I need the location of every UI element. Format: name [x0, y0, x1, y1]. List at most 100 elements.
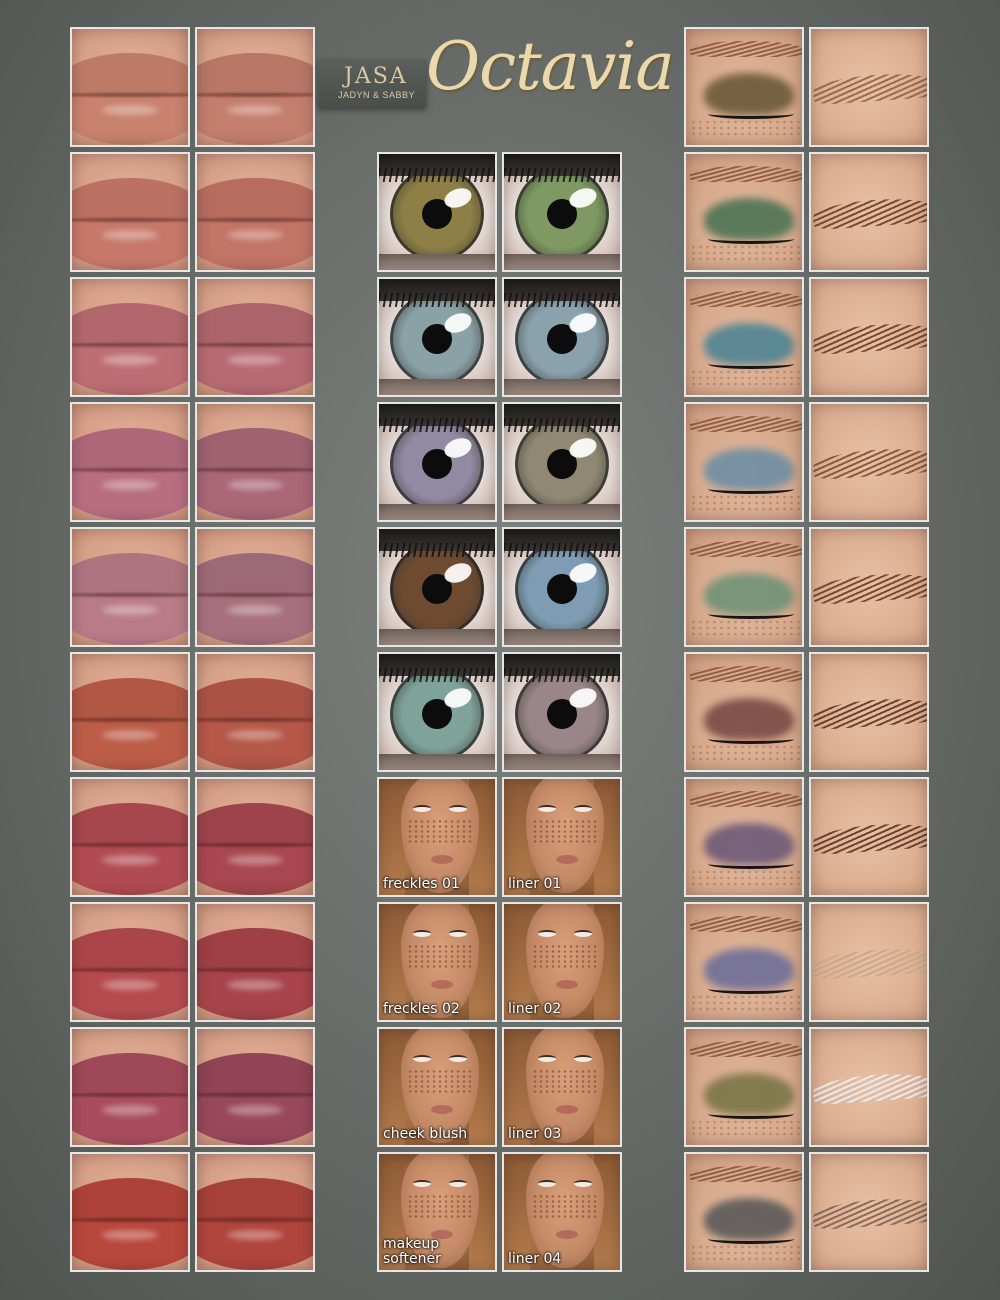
brow-swatch-2[interactable]: [809, 152, 929, 272]
lip-swatch-8-2[interactable]: [195, 902, 315, 1022]
lip-highlight: [102, 855, 158, 865]
eyeshadow-freckles: [690, 869, 800, 889]
lip-seam: [197, 93, 313, 97]
iris-swatch-4-2[interactable]: [502, 527, 622, 647]
eyeshadow-freckles: [690, 1244, 800, 1264]
eyeshadow-swatch-6[interactable]: [684, 652, 804, 772]
iris-swatch-5-1[interactable]: [377, 652, 497, 772]
face-mouth: [556, 1230, 578, 1239]
lip-swatch-1-1[interactable]: [70, 27, 190, 147]
lip-swatch-10-2[interactable]: [195, 1152, 315, 1272]
brow-swatch-10[interactable]: [809, 1152, 929, 1272]
eye-lower-lid: [504, 629, 620, 645]
face-preview-freckles-01[interactable]: freckles 01: [377, 777, 497, 897]
lip-upper: [197, 428, 313, 472]
eye-lashes: [504, 418, 620, 432]
lip-seam: [72, 1218, 188, 1222]
brow-swatch-9[interactable]: [809, 1027, 929, 1147]
lip-swatch-9-2[interactable]: [195, 1027, 315, 1147]
lip-upper: [197, 803, 313, 847]
eyeshadow-swatch-3[interactable]: [684, 277, 804, 397]
lip-lower: [72, 345, 188, 395]
eyeshadow-lashline: [708, 859, 794, 869]
face-eye-right: [574, 1055, 592, 1062]
face-preview-makeup-softener[interactable]: makeup softener: [377, 1152, 497, 1272]
iris-swatch-3-2[interactable]: [502, 402, 622, 522]
eye-lashes: [379, 543, 495, 557]
lip-highlight: [102, 105, 158, 115]
lip-swatch-2-1[interactable]: [70, 152, 190, 272]
iris-swatch-2-1[interactable]: [377, 277, 497, 397]
lip-swatch-2-2[interactable]: [195, 152, 315, 272]
eyeshadow-swatch-7[interactable]: [684, 777, 804, 897]
iris-swatch-1-1[interactable]: [377, 152, 497, 272]
lip-seam: [72, 343, 188, 347]
lip-swatch-6-1[interactable]: [70, 652, 190, 772]
iris-swatch-2-2[interactable]: [502, 277, 622, 397]
face-preview-cheek-blush[interactable]: cheek blush: [377, 1027, 497, 1147]
eyeshadow-swatch-9[interactable]: [684, 1027, 804, 1147]
eyeshadow-swatch-4[interactable]: [684, 402, 804, 522]
iris-swatch-4-1[interactable]: [377, 527, 497, 647]
eye-lashes: [504, 168, 620, 182]
face-preview-freckles-02[interactable]: freckles 02: [377, 902, 497, 1022]
eyeshadow-lashline: [708, 1234, 794, 1244]
eyeshadow-lashline: [708, 609, 794, 619]
face-eye-left: [538, 805, 556, 812]
iris-swatch-5-2[interactable]: [502, 652, 622, 772]
eyeshadow-swatch-2[interactable]: [684, 152, 804, 272]
lip-upper: [197, 928, 313, 972]
eyeshadow-freckles: [690, 619, 800, 639]
eye-lower-lid: [379, 254, 495, 270]
eyeshadow-swatch-1[interactable]: [684, 27, 804, 147]
brow-swatch-4[interactable]: [809, 402, 929, 522]
face-preview-liner-03[interactable]: liner 03: [502, 1027, 622, 1147]
lip-swatch-5-1[interactable]: [70, 527, 190, 647]
lip-swatch-4-2[interactable]: [195, 402, 315, 522]
brow-swatch-5[interactable]: [809, 527, 929, 647]
lip-swatch-10-1[interactable]: [70, 1152, 190, 1272]
lip-swatch-8-1[interactable]: [70, 902, 190, 1022]
face-eye-right: [449, 805, 467, 812]
lip-swatch-1-2[interactable]: [195, 27, 315, 147]
brow-swatch-3[interactable]: [809, 277, 929, 397]
face-preview-liner-04[interactable]: liner 04: [502, 1152, 622, 1272]
brow-swatch-7[interactable]: [809, 777, 929, 897]
face-label: liner 03: [508, 1126, 562, 1142]
eyeshadow-swatch-8[interactable]: [684, 902, 804, 1022]
eye-lower-lid: [379, 629, 495, 645]
brow-swatch-6[interactable]: [809, 652, 929, 772]
face-eye-left: [413, 1180, 431, 1187]
lip-swatch-6-2[interactable]: [195, 652, 315, 772]
lip-swatch-3-2[interactable]: [195, 277, 315, 397]
lip-swatch-5-2[interactable]: [195, 527, 315, 647]
face-eye-right: [574, 1180, 592, 1187]
iris-swatch-3-1[interactable]: [377, 402, 497, 522]
eyeshadow-swatch-10[interactable]: [684, 1152, 804, 1272]
lip-swatch-7-1[interactable]: [70, 777, 190, 897]
face-preview-liner-01[interactable]: liner 01: [502, 777, 622, 897]
face-eye-left: [413, 805, 431, 812]
product-title: Octavia: [426, 28, 675, 105]
lip-swatch-4-1[interactable]: [70, 402, 190, 522]
lip-lower: [72, 220, 188, 270]
iris-swatch-1-2[interactable]: [502, 152, 622, 272]
lip-upper: [72, 803, 188, 847]
eyeshadow-swatch-5[interactable]: [684, 527, 804, 647]
face-preview-liner-02[interactable]: liner 02: [502, 902, 622, 1022]
lip-highlight: [227, 230, 283, 240]
lip-swatch-7-2[interactable]: [195, 777, 315, 897]
lip-lower: [197, 95, 313, 145]
brow-stroke: [812, 320, 927, 356]
eyeshadow-brow: [690, 291, 802, 307]
brow-swatch-1[interactable]: [809, 27, 929, 147]
lip-highlight: [102, 730, 158, 740]
eyeshadow-brow: [690, 791, 802, 807]
brow-swatch-8[interactable]: [809, 902, 929, 1022]
brand-logo-text: JASA: [344, 64, 408, 89]
lip-swatch-9-1[interactable]: [70, 1027, 190, 1147]
lip-swatch-3-1[interactable]: [70, 277, 190, 397]
face-eye-left: [538, 1180, 556, 1187]
face-mouth: [431, 1105, 453, 1114]
eyeshadow-brow: [690, 416, 802, 432]
